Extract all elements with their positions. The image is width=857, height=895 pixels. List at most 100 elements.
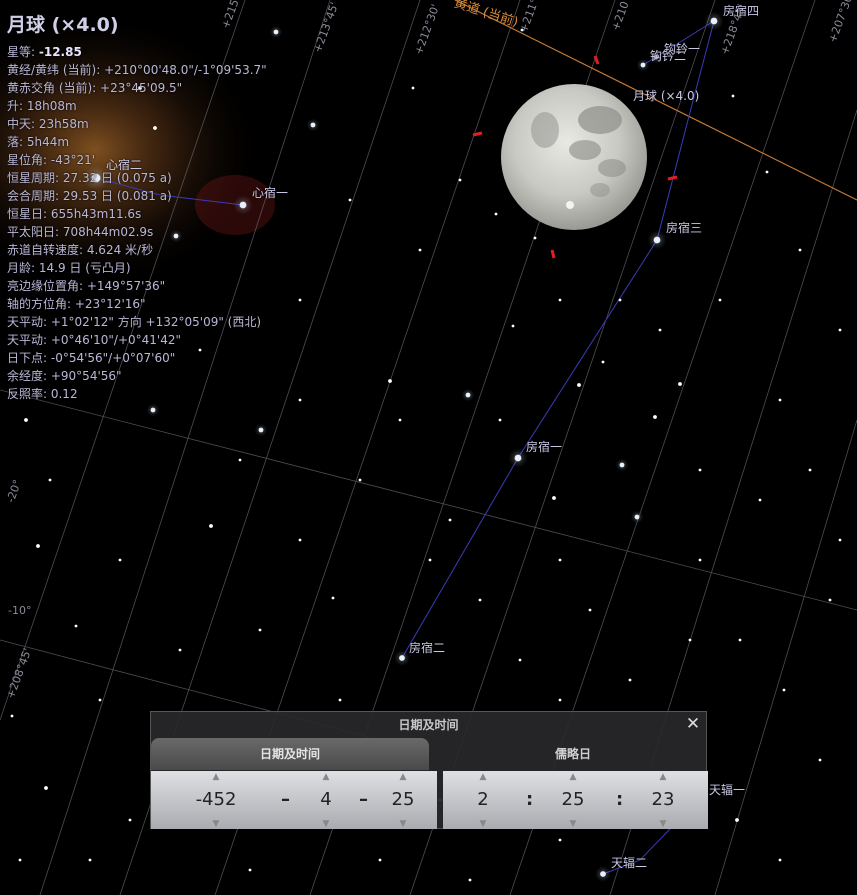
tab-julian-day[interactable]: 儒略日 (439, 738, 707, 770)
star-label-gouqian2[interactable]: 钩钤二 (650, 47, 686, 64)
star[interactable] (348, 198, 352, 202)
star[interactable] (558, 298, 562, 302)
close-icon[interactable]: ✕ (684, 715, 702, 733)
hour-spinner[interactable]: ▲ 2 ▼ (453, 771, 513, 829)
star[interactable] (828, 598, 832, 602)
star[interactable] (331, 596, 335, 600)
chevron-down-icon[interactable]: ▼ (186, 819, 246, 829)
day-value[interactable]: 25 (373, 788, 433, 812)
star[interactable] (628, 678, 632, 682)
chevron-up-icon[interactable]: ▲ (453, 772, 513, 782)
star[interactable] (74, 624, 78, 628)
chevron-up-icon[interactable]: ▲ (186, 772, 246, 782)
star[interactable] (782, 688, 786, 692)
tab-datetime[interactable]: 日期及时间 (151, 738, 429, 770)
star[interactable] (418, 248, 422, 252)
star[interactable] (44, 786, 48, 790)
star[interactable] (258, 628, 262, 632)
star[interactable] (778, 858, 782, 862)
star[interactable] (738, 638, 742, 642)
star-label-fang2[interactable]: 房宿二 (409, 639, 445, 656)
star[interactable] (688, 638, 692, 642)
chevron-down-icon[interactable]: ▼ (543, 819, 603, 829)
star[interactable] (588, 608, 592, 612)
star[interactable] (718, 298, 722, 302)
star[interactable] (48, 478, 52, 482)
star[interactable] (458, 178, 462, 182)
second-spinner[interactable]: ▲ 23 ▼ (633, 771, 693, 829)
star[interactable] (128, 818, 132, 822)
star[interactable] (618, 298, 622, 302)
star[interactable] (518, 658, 522, 662)
star[interactable] (448, 518, 452, 522)
star[interactable] (248, 868, 252, 872)
star[interactable] (178, 648, 182, 652)
star[interactable] (838, 538, 842, 542)
star[interactable] (678, 382, 682, 386)
star[interactable] (10, 714, 14, 718)
minute-spinner[interactable]: ▲ 25 ▼ (543, 771, 603, 829)
star[interactable] (388, 379, 392, 383)
star-label-tianfu2[interactable]: 天辐二 (611, 854, 647, 871)
star[interactable] (478, 598, 482, 602)
star-label-xin1[interactable]: 心宿一 (252, 184, 288, 201)
chevron-up-icon[interactable]: ▲ (633, 772, 693, 782)
star[interactable] (98, 698, 102, 702)
chevron-down-icon[interactable]: ▼ (373, 819, 433, 829)
star[interactable] (24, 418, 28, 422)
star[interactable] (698, 558, 702, 562)
chevron-down-icon[interactable]: ▼ (453, 819, 513, 829)
star[interactable] (468, 878, 472, 882)
star[interactable] (298, 298, 302, 302)
star[interactable] (118, 558, 122, 562)
star[interactable] (818, 758, 822, 762)
star[interactable] (358, 478, 362, 482)
star[interactable] (735, 818, 739, 822)
month-spinner[interactable]: ▲ 4 ▼ (296, 771, 356, 829)
star[interactable] (601, 360, 605, 364)
month-value[interactable]: 4 (296, 788, 356, 812)
second-value[interactable]: 23 (633, 788, 693, 812)
star-label-moon[interactable]: 月球 (×4.0) (633, 87, 699, 104)
star[interactable] (298, 538, 302, 542)
star[interactable] (238, 458, 242, 462)
star[interactable] (808, 468, 812, 472)
minute-value[interactable]: 25 (543, 788, 603, 812)
star[interactable] (209, 524, 213, 528)
star[interactable] (36, 544, 40, 548)
chevron-up-icon[interactable]: ▲ (373, 772, 433, 782)
star[interactable] (798, 248, 802, 252)
star-label-xin2[interactable]: 心宿二 (106, 156, 142, 173)
star[interactable] (88, 858, 92, 862)
star[interactable] (428, 558, 432, 562)
star[interactable] (658, 328, 662, 332)
year-value[interactable]: -452 (186, 788, 246, 812)
star[interactable] (577, 383, 581, 387)
star[interactable] (552, 496, 556, 500)
star[interactable] (765, 170, 769, 174)
day-spinner[interactable]: ▲ 25 ▼ (373, 771, 433, 829)
star[interactable] (838, 328, 842, 332)
star[interactable] (558, 698, 562, 702)
chevron-up-icon[interactable]: ▲ (543, 772, 603, 782)
star[interactable] (558, 558, 562, 562)
chevron-down-icon[interactable]: ▼ (296, 819, 356, 829)
star[interactable] (731, 94, 735, 98)
star[interactable] (511, 324, 515, 328)
star[interactable] (758, 498, 762, 502)
hour-value[interactable]: 2 (453, 788, 513, 812)
moon[interactable] (501, 84, 647, 230)
chevron-up-icon[interactable]: ▲ (296, 772, 356, 782)
star[interactable] (298, 398, 302, 402)
star[interactable] (18, 858, 22, 862)
year-spinner[interactable]: ▲ -452 ▼ (186, 771, 246, 829)
star[interactable] (698, 468, 702, 472)
star[interactable] (778, 398, 782, 402)
star[interactable] (398, 418, 402, 422)
star[interactable] (494, 212, 498, 216)
star[interactable] (498, 418, 502, 422)
chevron-down-icon[interactable]: ▼ (633, 819, 693, 829)
star[interactable] (653, 415, 657, 419)
star[interactable] (338, 698, 342, 702)
star[interactable] (533, 236, 537, 240)
